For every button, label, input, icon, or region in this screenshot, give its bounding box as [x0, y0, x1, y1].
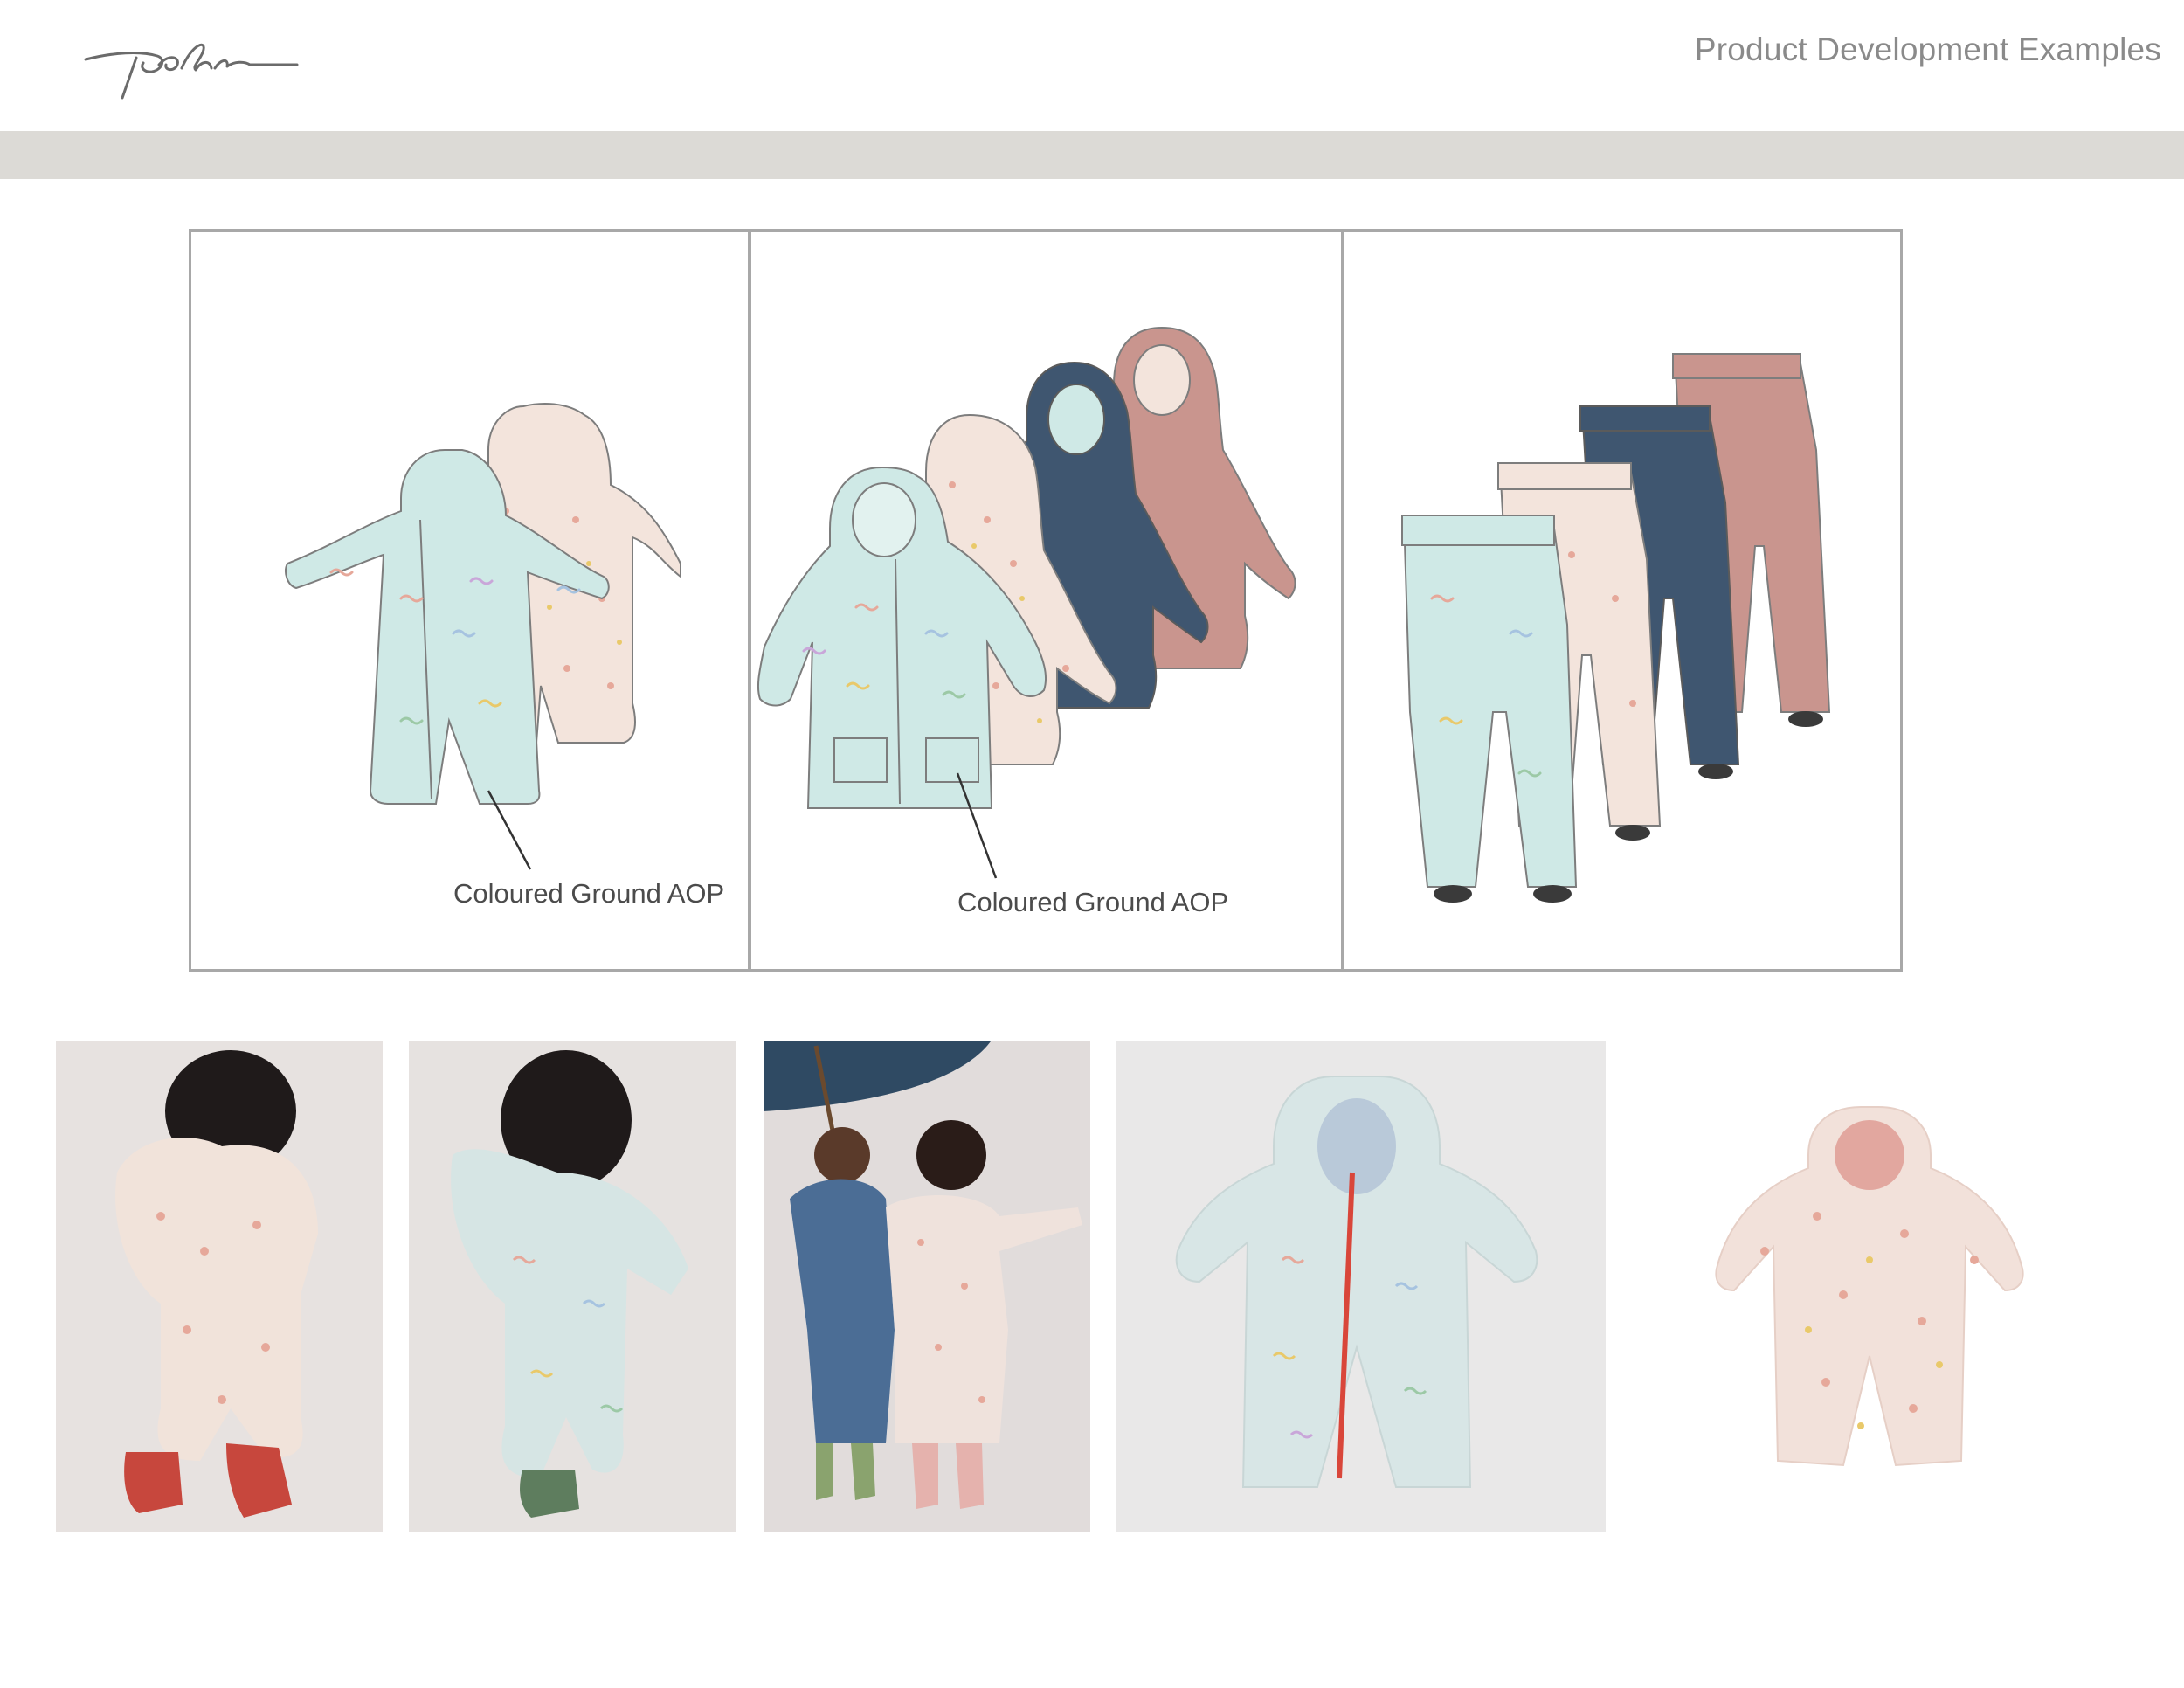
onesie-sketch-illustration: [285, 403, 681, 870]
photo-mint-suit-flatlay-image: [1116, 1041, 1606, 1532]
photo-toddler-floral-suit: [56, 1041, 383, 1532]
onesie-callout: Coloured Ground AOP: [453, 878, 725, 909]
photo-toddler-mint-suit: [409, 1041, 736, 1532]
photo-floral-suit-cutout-image: [1695, 1041, 2044, 1532]
sketch-panel-pants: [1342, 229, 1903, 972]
photo-toddler-mint-suit-image: [409, 1041, 736, 1532]
jacket-sketch-illustration: [757, 326, 1296, 879]
header-band: [0, 131, 2184, 179]
photo-toddler-floral-suit-image: [56, 1041, 383, 1532]
pehr-logo: [84, 43, 299, 100]
page-title: Product Development Examples: [1694, 31, 2161, 67]
sketch-panel-jacket: Coloured Ground AOP: [749, 229, 1344, 972]
photo-floral-suit-cutout: [1695, 1041, 2044, 1532]
sketch-panel-onesie: Coloured Ground AOP: [189, 229, 750, 972]
photo-two-kids-umbrella: [764, 1041, 1090, 1532]
jacket-callout: Coloured Ground AOP: [957, 887, 1229, 917]
photo-two-kids-umbrella-image: [764, 1041, 1090, 1532]
photo-mint-suit-flatlay: [1116, 1041, 1606, 1532]
sketch-grid: Coloured Ground AOP Coloured Ground AOP: [189, 229, 1903, 980]
pants-sketch-illustration: [1401, 353, 1831, 903]
